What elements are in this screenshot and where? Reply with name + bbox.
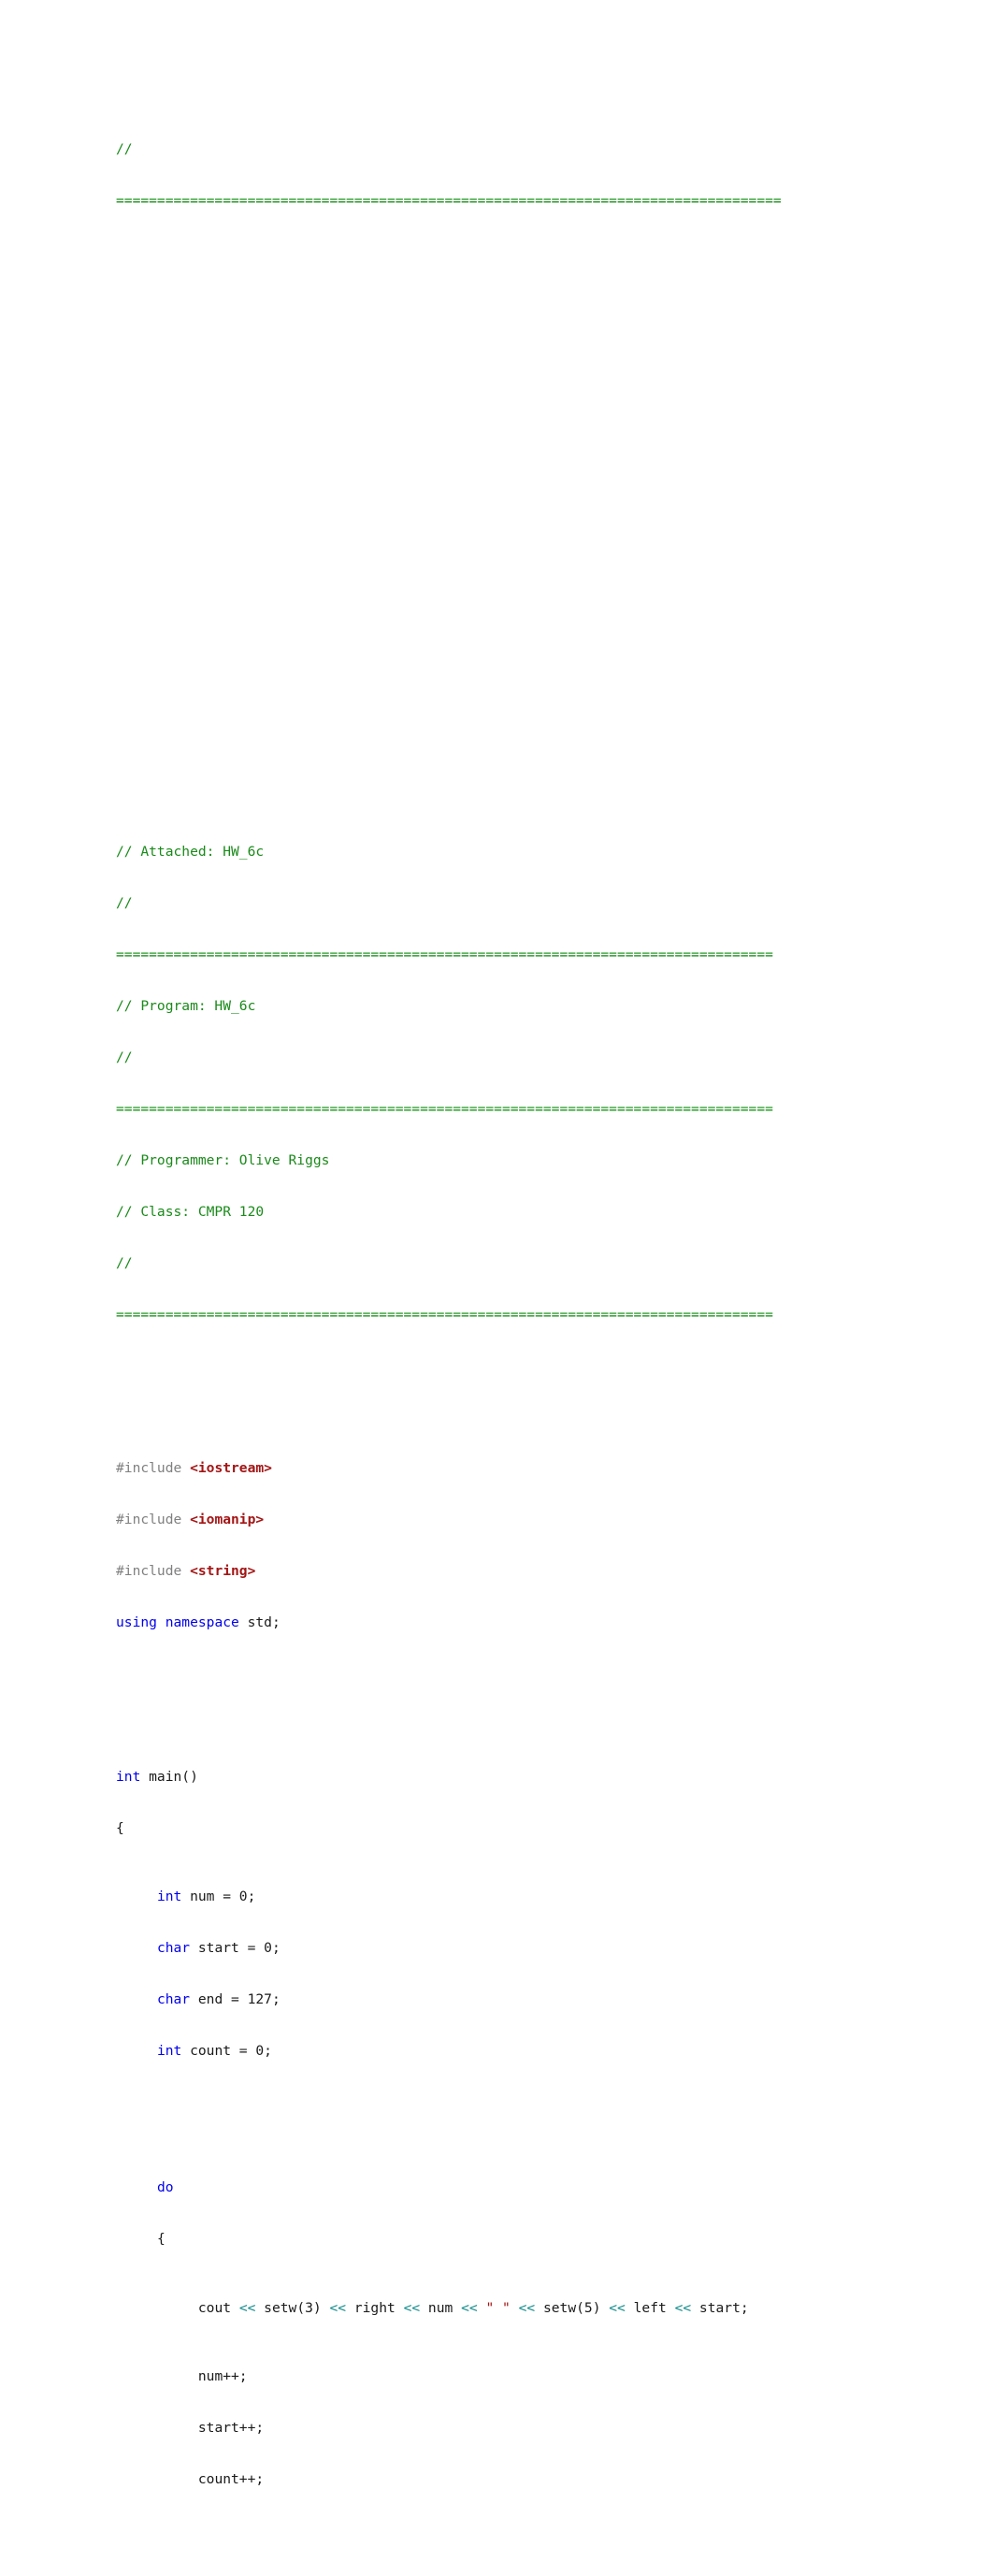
main-signature: main() — [140, 1768, 198, 1785]
comment-marker: // — [116, 1049, 133, 1065]
increment-statement: start++; — [197, 2419, 265, 2436]
preprocessor-directive: #include — [116, 1460, 182, 1477]
declaration-body: num = 0; — [181, 1889, 256, 1905]
code-line-bare-comment: // — [116, 1049, 957, 1066]
include-header-iomanip: <iomanip> — [190, 1512, 265, 1528]
code-line-do-open-brace: { — [116, 2231, 957, 2248]
code-line-program: // Program: HW_6c — [116, 998, 957, 1015]
code-line-programmer: // Programmer: Olive Riggs — [116, 1152, 957, 1169]
keyword-using: using — [116, 1614, 157, 1631]
code-line-separator-1: ========================================… — [116, 193, 957, 210]
setw5-call: setw(5) — [535, 2299, 610, 2316]
keyword-do: do — [156, 2179, 174, 2196]
increment-statement: count++; — [197, 2470, 265, 2487]
code-line-decl-end: char end = 127; — [116, 1991, 957, 2008]
code-line-decl-num: int num = 0; — [116, 1889, 957, 1905]
brace-open: { — [156, 2231, 166, 2248]
code-line-separator-4: ========================================… — [116, 1307, 957, 1324]
right-manipulator: right — [346, 2299, 404, 2316]
code-line-count-increment: count++; — [116, 2471, 957, 2488]
code-line-class: // Class: CMPR 120 — [116, 1204, 957, 1221]
stream-operator: << — [609, 2299, 626, 2316]
stream-operator: << — [674, 2299, 692, 2316]
code-line-top-comment: // — [116, 141, 957, 158]
namespace-value: std; — [238, 1614, 281, 1631]
stream-operator: << — [329, 2299, 347, 2316]
increment-statement: num++; — [197, 2367, 248, 2384]
stream-operator: << — [518, 2299, 536, 2316]
separator-rule: ========================================… — [116, 193, 782, 210]
space-string-literal: " " — [485, 2299, 511, 2316]
stream-operator: << — [238, 2299, 256, 2316]
code-line-include-string: #include <string> — [116, 1563, 957, 1580]
left-manipulator: left — [625, 2299, 675, 2316]
code-line-bare-comment: // — [116, 1255, 957, 1272]
separator-rule: ========================================… — [116, 946, 773, 962]
code-line-separator-3: ========================================… — [116, 1101, 957, 1118]
code-line-main-open-brace: { — [116, 1820, 957, 1837]
code-line-include-iomanip: #include <iomanip> — [116, 1512, 957, 1528]
keyword-type: int — [156, 2042, 182, 2059]
stream-operator: << — [403, 2299, 421, 2316]
keyword-type: char — [156, 1940, 191, 1957]
preprocessor-directive: #include — [116, 1512, 182, 1528]
code-line-cout-main: cout << setw(3) << right << num << " " <… — [116, 2300, 957, 2317]
code-line-separator-2: ========================================… — [116, 947, 957, 963]
code-line-bare-comment: // — [116, 895, 957, 912]
keyword-int: int — [116, 1768, 141, 1785]
brace-open: { — [116, 1819, 124, 1836]
code-line-decl-start: char start = 0; — [116, 1940, 957, 1957]
attached-comment: // Attached: HW_6c — [116, 844, 265, 861]
document-page: // =====================================… — [0, 0, 993, 2487]
declaration-body: start = 0; — [190, 1940, 281, 1957]
class-comment: // Class: CMPR 120 — [116, 1203, 265, 1220]
comment-marker: // — [116, 141, 133, 158]
declaration-body: end = 127; — [190, 1991, 281, 2007]
code-line-include-iostream: #include <iostream> — [116, 1460, 957, 1477]
code-line-attached: // Attached: HW_6c — [116, 844, 957, 861]
setw3-call: setw(3) — [255, 2299, 330, 2316]
keyword-type: int — [156, 1889, 182, 1905]
start-variable: start; — [691, 2299, 749, 2316]
keyword-type: char — [156, 1991, 191, 2007]
code-line-num-increment: num++; — [116, 2368, 957, 2385]
code-line-decl-count: int count = 0; — [116, 2043, 957, 2060]
num-variable: num — [420, 2299, 462, 2316]
code-line-main-signature: int main() — [116, 1769, 957, 1786]
program-comment: // Program: HW_6c — [116, 997, 256, 1014]
source-code-listing: // =====================================… — [116, 73, 957, 2576]
include-header-iostream: <iostream> — [190, 1460, 272, 1477]
code-line-using-namespace: using namespace std; — [116, 1614, 957, 1631]
keyword-namespace: namespace — [165, 1614, 239, 1631]
cout-identifier: cout — [197, 2299, 239, 2316]
comment-marker: // — [116, 1254, 133, 1271]
preprocessor-directive: #include — [116, 1563, 182, 1580]
separator-rule: ========================================… — [116, 1100, 773, 1117]
comment-marker: // — [116, 895, 133, 911]
code-line-start-increment: start++; — [116, 2420, 957, 2437]
stream-operator: << — [461, 2299, 478, 2316]
programmer-comment: // Programmer: Olive Riggs — [116, 1151, 330, 1168]
code-line-do: do — [116, 2179, 957, 2196]
separator-rule: ========================================… — [116, 1306, 773, 1323]
include-header-string: <string> — [190, 1563, 256, 1580]
declaration-body: count = 0; — [181, 2042, 272, 2059]
